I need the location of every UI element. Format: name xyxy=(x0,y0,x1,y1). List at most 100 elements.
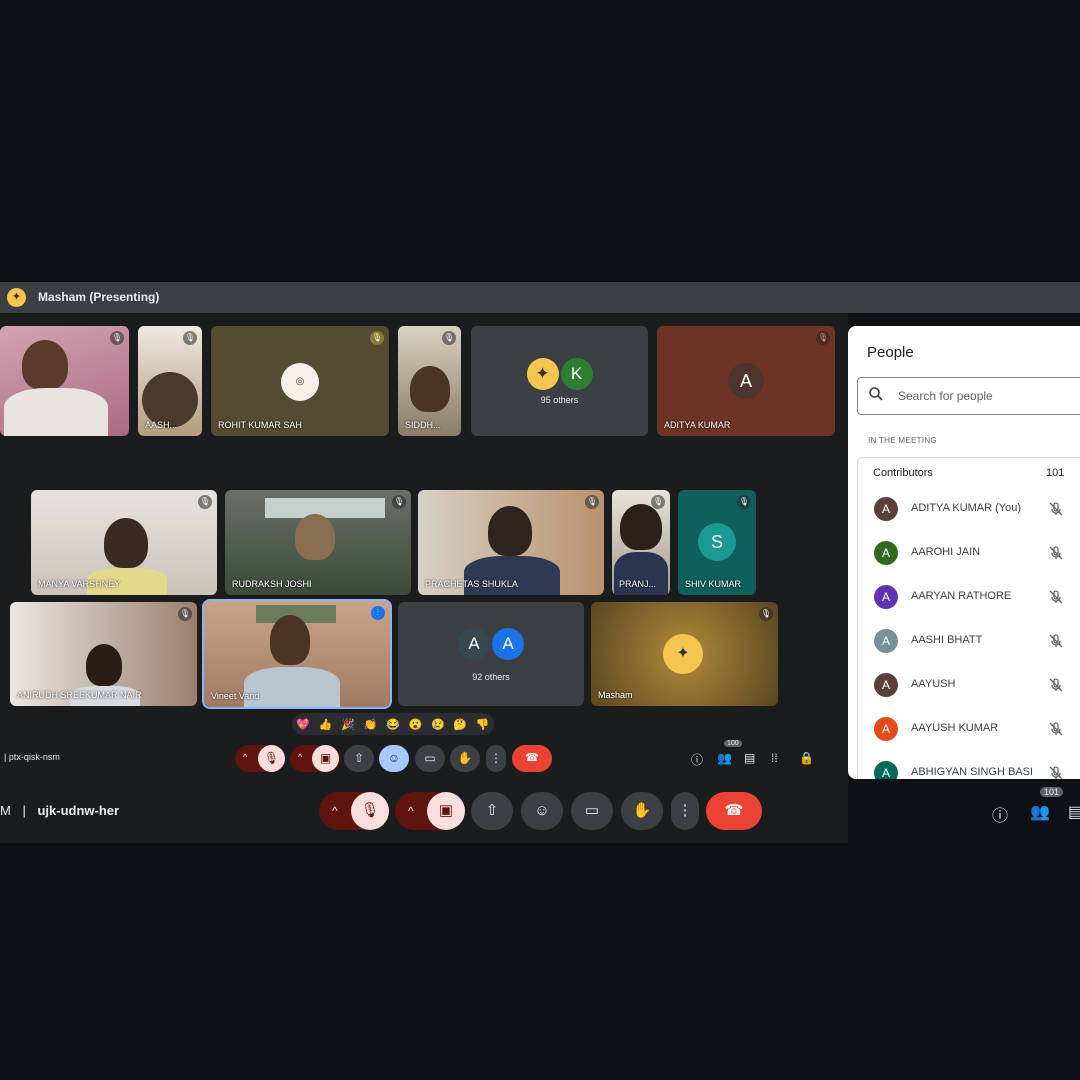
camera-options-chevron-icon[interactable]: ^ xyxy=(298,752,302,762)
people-icon[interactable]: 👥 xyxy=(1030,802,1050,822)
participant-list-item[interactable]: A AAYUSH xyxy=(858,664,1080,708)
people-icon[interactable]: 👥 xyxy=(717,751,732,765)
mic-off-icon: 🎙 xyxy=(816,331,830,345)
participant-tile[interactable]: ⫶ Vineet Vand xyxy=(204,601,390,707)
mic-off-icon[interactable]: 🎙 xyxy=(258,745,285,772)
reaction-heart[interactable]: 💖 xyxy=(296,718,310,731)
participant-tile[interactable]: 🎙 SIDDH... xyxy=(398,326,461,436)
reaction-thumbs-down[interactable]: 👎 xyxy=(476,718,490,731)
participant-tile[interactable]: 🎙 PRANJ... xyxy=(612,490,670,595)
mic-off-icon: 🎙 xyxy=(585,495,599,509)
participant-video xyxy=(270,615,310,665)
avatar: A xyxy=(874,761,898,779)
participant-avatar: A xyxy=(458,628,490,660)
participant-video xyxy=(22,340,68,390)
participant-body xyxy=(4,388,108,436)
in-meeting-heading: IN THE MEETING xyxy=(868,436,937,445)
participant-tile[interactable]: S 🎙 SHIV KUMAR xyxy=(678,490,756,595)
avatar: A xyxy=(874,673,898,697)
participant-tile[interactable]: A 🎙 ADITYA KUMAR xyxy=(657,326,835,436)
others-count: 95 others xyxy=(540,395,579,405)
search-icon xyxy=(869,387,883,401)
participant-name: MANYA VARSHNEY xyxy=(38,579,121,589)
avatar: A xyxy=(874,585,898,609)
participant-list-name: AARYAN RATHORE xyxy=(911,590,1012,602)
mic-off-icon: 🎙 xyxy=(198,495,212,509)
others-count: 92 others xyxy=(472,672,510,682)
captions-icon[interactable]: ▭ xyxy=(415,745,445,772)
emoji-icon[interactable]: ☺ xyxy=(521,792,563,830)
participant-name: ADITYA KUMAR xyxy=(664,420,731,430)
info-icon[interactable]: ⓘ xyxy=(691,751,703,768)
more-options-icon[interactable]: ⋮ xyxy=(486,745,506,772)
participant-tile[interactable]: 🎙 ANIRUDH SREEKUMAR NAIR xyxy=(10,602,197,706)
reaction-clap[interactable]: 👏 xyxy=(364,718,378,731)
participant-tile[interactable]: ✦ 🎙 Masham xyxy=(591,602,778,706)
reaction-sad[interactable]: 😢 xyxy=(431,718,445,731)
mic-off-icon: 🎙 xyxy=(759,607,773,621)
mic-off-icon xyxy=(1049,722,1063,736)
mic-off-icon xyxy=(1049,502,1063,516)
mic-off-icon: 🎙 xyxy=(651,495,665,509)
participant-list-name: AASHI BHATT xyxy=(911,634,983,646)
contributors-group[interactable]: Contributors 101 xyxy=(857,457,1080,489)
participant-tile[interactable]: 🎙 PRACHETAS SHUKLA xyxy=(418,490,604,595)
camera-options-chevron-icon[interactable]: ^ xyxy=(408,804,414,818)
leave-call-button[interactable]: ☎ xyxy=(512,745,552,772)
reaction-party[interactable]: 🎉 xyxy=(341,718,355,731)
participant-video xyxy=(410,366,450,412)
raise-hand-icon[interactable]: ✋ xyxy=(450,745,480,772)
reaction-thinking[interactable]: 🤔 xyxy=(453,718,467,731)
present-screen-icon[interactable]: ⇧ xyxy=(471,792,513,830)
participant-list-item[interactable]: A ABHIGYAN SINGH BASI xyxy=(858,752,1080,779)
host-controls-icon[interactable]: 🔒 xyxy=(799,751,814,765)
mic-off-icon: 🎙 xyxy=(178,607,192,621)
reaction-surprised[interactable]: 😮 xyxy=(409,718,423,731)
participant-body xyxy=(244,667,340,707)
participant-list-item[interactable]: A AASHI BHATT xyxy=(858,620,1080,664)
participant-tile[interactable]: 🎙 xyxy=(0,326,129,436)
participant-tile[interactable]: 🎙 RUDRAKSH JOSHI xyxy=(225,490,411,595)
captions-icon[interactable]: ▭ xyxy=(571,792,613,830)
mic-options-chevron-icon[interactable]: ^ xyxy=(243,752,247,762)
activities-icon[interactable]: ⁞⁞ xyxy=(771,751,778,765)
leave-call-button[interactable]: ☎ xyxy=(706,792,762,830)
others-tile[interactable]: A A 92 others xyxy=(398,602,584,706)
participant-list-name: ADITYA KUMAR (You) xyxy=(911,502,1022,514)
inner-meeting-code: | ptx-qisk-nsm xyxy=(4,752,60,762)
participant-name: ROHIT KUMAR SAH xyxy=(218,420,302,430)
participant-name: RUDRAKSH JOSHI xyxy=(232,579,312,589)
mic-options-chevron-icon[interactable]: ^ xyxy=(332,804,338,818)
participant-list-item[interactable]: A ADITYA KUMAR (You) xyxy=(858,488,1080,532)
participant-list-item[interactable]: A AAROHI JAIN xyxy=(858,532,1080,576)
contributors-label: Contributors xyxy=(873,467,933,479)
participant-list-item[interactable]: A AAYUSH KUMAR xyxy=(858,708,1080,752)
more-options-icon[interactable]: ⋮ xyxy=(671,792,699,830)
participant-list-name: ABHIGYAN SINGH BASI xyxy=(911,766,1034,778)
chat-icon[interactable]: ▤ xyxy=(744,751,755,765)
participant-list-item[interactable]: A AARYAN RATHORE xyxy=(858,576,1080,620)
reaction-laugh[interactable]: 😂 xyxy=(386,718,400,731)
camera-off-icon[interactable]: ▣ xyxy=(312,745,339,772)
emoji-icon[interactable]: ☺ xyxy=(379,745,409,772)
reaction-thumbs-up[interactable]: 👍 xyxy=(319,718,333,731)
avatar: A xyxy=(874,717,898,741)
participant-video xyxy=(620,504,662,550)
participant-video xyxy=(488,506,532,556)
participant-tile[interactable]: 🎙 MANYA VARSHNEY xyxy=(31,490,217,595)
chat-icon[interactable]: ▤ xyxy=(1068,802,1080,822)
outer-meeting-code: ujk-udnw-her xyxy=(37,803,120,818)
info-icon[interactable]: ⓘ xyxy=(992,802,1008,826)
present-screen-icon[interactable]: ⇧ xyxy=(344,745,374,772)
raise-hand-icon[interactable]: ✋ xyxy=(621,792,663,830)
presenting-bar: ✦ Masham (Presenting) xyxy=(0,282,1080,313)
participant-tile[interactable]: 🎙 AASH... xyxy=(138,326,202,436)
participant-avatar: ✦ xyxy=(526,358,559,390)
participant-name: SIDDH... xyxy=(405,420,441,430)
mic-off-icon[interactable]: 🎙 xyxy=(351,792,389,830)
participant-name: SHIV KUMAR xyxy=(685,579,742,589)
others-tile[interactable]: ✦ K 95 others xyxy=(471,326,648,436)
participant-tile[interactable]: ◎ 🎙 ROHIT KUMAR SAH xyxy=(211,326,389,436)
camera-off-icon[interactable]: ▣ xyxy=(427,792,465,830)
search-people-input[interactable]: Search for people xyxy=(857,377,1080,415)
